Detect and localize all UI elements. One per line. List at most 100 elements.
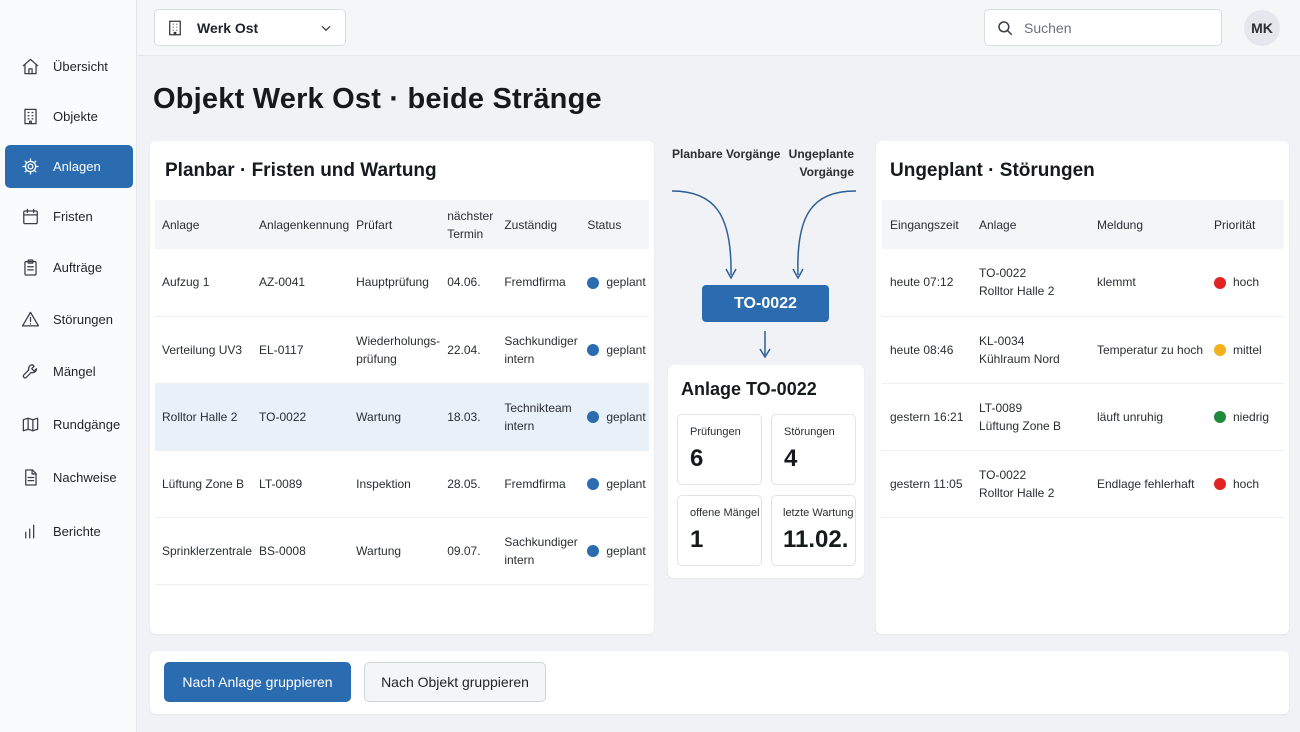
cell-termin: 28.05. bbox=[440, 450, 498, 518]
sidebar-item-berichte[interactable]: Berichte bbox=[5, 510, 133, 553]
cell-anlage: Sprinklerzentrale bbox=[155, 517, 253, 585]
group-by-object-button[interactable]: Nach Objekt gruppieren bbox=[364, 662, 546, 702]
planbar-flow-label: Planbare Vorgänge bbox=[672, 147, 781, 161]
focus-asset-badge[interactable]: TO-0022 bbox=[702, 285, 829, 322]
group-by-asset-button[interactable]: Nach Anlage gruppieren bbox=[164, 662, 351, 702]
anlage-card-title: Anlage TO-0022 bbox=[681, 379, 817, 399]
cell-anlage: Lüftung Zone B bbox=[155, 450, 253, 518]
cell-termin: 04.06. bbox=[440, 249, 498, 317]
cell-eingangszeit: heute 07:12 bbox=[882, 249, 971, 317]
table-row[interactable]: Lüftung Zone B LT-0089 Inspektion 28.05. Fre… bbox=[155, 450, 649, 518]
status-dot-icon bbox=[587, 344, 600, 357]
priority-label: mittel bbox=[1233, 342, 1262, 357]
search-icon bbox=[998, 20, 1013, 35]
sidebar-item-maengel[interactable]: Mängel bbox=[5, 350, 133, 393]
priority-dot-icon bbox=[1214, 277, 1226, 290]
anlage-card: Anlage TO-0022 Prüfungen 6 Störungen 4 o… bbox=[668, 365, 864, 578]
column-header[interactable]: Status bbox=[580, 200, 649, 249]
sidebar-item-nachweise[interactable]: Nachweise bbox=[5, 456, 133, 499]
cell-status: geplant bbox=[580, 316, 649, 384]
search-box bbox=[984, 9, 1222, 46]
sidebar-item-anlagen[interactable]: Anlagen bbox=[5, 145, 133, 188]
user-avatar[interactable]: MK bbox=[1244, 10, 1280, 46]
column-header[interactable]: Prüfart bbox=[349, 200, 441, 249]
gear-icon bbox=[20, 157, 40, 177]
page-title: Objekt Werk Ost · beide Stränge bbox=[153, 83, 602, 115]
cell-eingangszeit: gestern 11:05 bbox=[882, 450, 971, 518]
priority-label: hoch bbox=[1233, 275, 1260, 290]
column-header[interactable]: nächster Termin bbox=[440, 200, 498, 249]
column-header[interactable]: Meldung bbox=[1089, 200, 1206, 249]
table-row[interactable]: Aufzug 1 AZ-0041 Hauptprüfung 04.06. Fremdfi… bbox=[155, 249, 649, 317]
cell-termin: 09.07. bbox=[440, 517, 498, 585]
table-row[interactable]: gestern 11:05 TO-0022 Rolltor Halle 2 Endla… bbox=[882, 450, 1284, 518]
status-dot-icon bbox=[587, 545, 600, 558]
cell-anlage: KL-0034 Kühlraum Nord bbox=[971, 316, 1089, 384]
cell-anlage: Rolltor Halle 2 bbox=[155, 383, 253, 451]
document-icon bbox=[20, 468, 40, 488]
search-input[interactable] bbox=[1024, 19, 1204, 36]
sidebar-item-label: Aufträge bbox=[53, 260, 103, 275]
cell-kennung: TO-0022 bbox=[252, 383, 350, 451]
priority-label: hoch bbox=[1233, 476, 1260, 491]
sidebar-item-label: Rundgänge bbox=[53, 417, 121, 432]
metric-value: 6 bbox=[690, 445, 704, 472]
table-row[interactable]: heute 07:12 TO-0022 Rolltor Halle 2 klemmt h… bbox=[882, 249, 1284, 317]
planbar-table: Anlage Anlagenkennung Prüfart nächster T… bbox=[155, 200, 649, 585]
metric-offene-maengel: offene Mängel 1 bbox=[677, 495, 762, 566]
metric-pruefungen: Prüfungen 6 bbox=[677, 414, 762, 485]
cell-status: geplant bbox=[580, 249, 649, 317]
sidebar-item-uebersicht[interactable]: Übersicht bbox=[5, 45, 133, 88]
column-header[interactable]: Anlagenkennung bbox=[252, 200, 350, 249]
metric-stoerungen: Störungen 4 bbox=[771, 414, 856, 485]
sidebar-item-auftraege[interactable]: Aufträge bbox=[5, 246, 133, 289]
status-label: geplant bbox=[606, 409, 646, 424]
metric-letzte-wartung: letzte Wartung 11.02. bbox=[771, 495, 856, 566]
sidebar-item-label: Berichte bbox=[53, 524, 101, 539]
table-header-row: Eingangszeit Anlage Meldung Priorität bbox=[882, 200, 1284, 249]
sidebar-item-label: Störungen bbox=[53, 312, 113, 327]
sidebar-item-label: Objekte bbox=[53, 109, 98, 124]
bar-chart-icon bbox=[20, 522, 40, 542]
sidebar-item-stoerungen[interactable]: Störungen bbox=[5, 298, 133, 341]
anlage-name: Rolltor Halle 2 bbox=[979, 485, 1055, 500]
cell-prioritaet: hoch bbox=[1206, 450, 1284, 518]
planbar-card: Planbar · Fristen und Wartung Anlage Anl… bbox=[150, 141, 654, 634]
cell-status: geplant bbox=[580, 517, 649, 585]
status-dot-icon bbox=[587, 478, 600, 491]
cell-kennung: LT-0089 bbox=[252, 450, 350, 518]
anlage-name: Kühlraum Nord bbox=[979, 351, 1060, 366]
building-icon bbox=[169, 20, 181, 35]
site-selector[interactable]: Werk Ost bbox=[154, 9, 346, 46]
cell-zustaendig: Technikteam intern bbox=[497, 383, 581, 451]
cell-kennung: AZ-0041 bbox=[252, 249, 350, 317]
sidebar-item-fristen[interactable]: Fristen bbox=[5, 195, 133, 238]
table-row[interactable]: heute 08:46 KL-0034 Kühlraum Nord Temperatu… bbox=[882, 316, 1284, 384]
table-row[interactable]: Sprinklerzentrale BS-0008 Wartung 09.07. Sac… bbox=[155, 517, 649, 585]
metric-value: 4 bbox=[784, 445, 798, 472]
cell-meldung: läuft unruhig bbox=[1089, 383, 1206, 451]
cell-zustaendig: Fremdfirma bbox=[497, 249, 581, 317]
column-header[interactable]: Anlage bbox=[971, 200, 1089, 249]
cell-status: geplant bbox=[580, 383, 649, 451]
sidebar-item-objekte[interactable]: Objekte bbox=[5, 95, 133, 138]
cell-pruefart: Wartung bbox=[349, 383, 441, 451]
sidebar-item-rundgaenge[interactable]: Rundgänge bbox=[5, 403, 133, 446]
ungeplant-title: Ungeplant · Störungen bbox=[890, 160, 1095, 181]
cell-pruefart: Hauptprüfung bbox=[349, 249, 441, 317]
cell-zustaendig: Fremdfirma bbox=[497, 450, 581, 518]
ungeplant-flow-label: Ungeplante Vorgänge bbox=[788, 147, 854, 179]
cell-prioritaet: mittel bbox=[1206, 316, 1284, 384]
column-header[interactable]: Priorität bbox=[1206, 200, 1284, 249]
column-header[interactable]: Zuständig bbox=[497, 200, 581, 249]
column-header[interactable]: Eingangszeit bbox=[882, 200, 971, 249]
column-header[interactable]: Anlage bbox=[155, 200, 253, 249]
table-row[interactable]: Verteilung UV3 EL-0117 Wiederholungs-prüfu… bbox=[155, 316, 649, 384]
cell-eingangszeit: gestern 16:21 bbox=[882, 383, 971, 451]
table-row[interactable]: gestern 16:21 LT-0089 Lüftung Zone B läuft … bbox=[882, 383, 1284, 451]
priority-label: niedrig bbox=[1233, 409, 1270, 424]
clipboard-icon bbox=[20, 258, 40, 278]
sidebar-item-label: Fristen bbox=[53, 209, 93, 224]
table-row[interactable]: Rolltor Halle 2 TO-0022 Wartung 18.03. Techn… bbox=[155, 383, 649, 451]
flow-arrows bbox=[671, 190, 857, 359]
